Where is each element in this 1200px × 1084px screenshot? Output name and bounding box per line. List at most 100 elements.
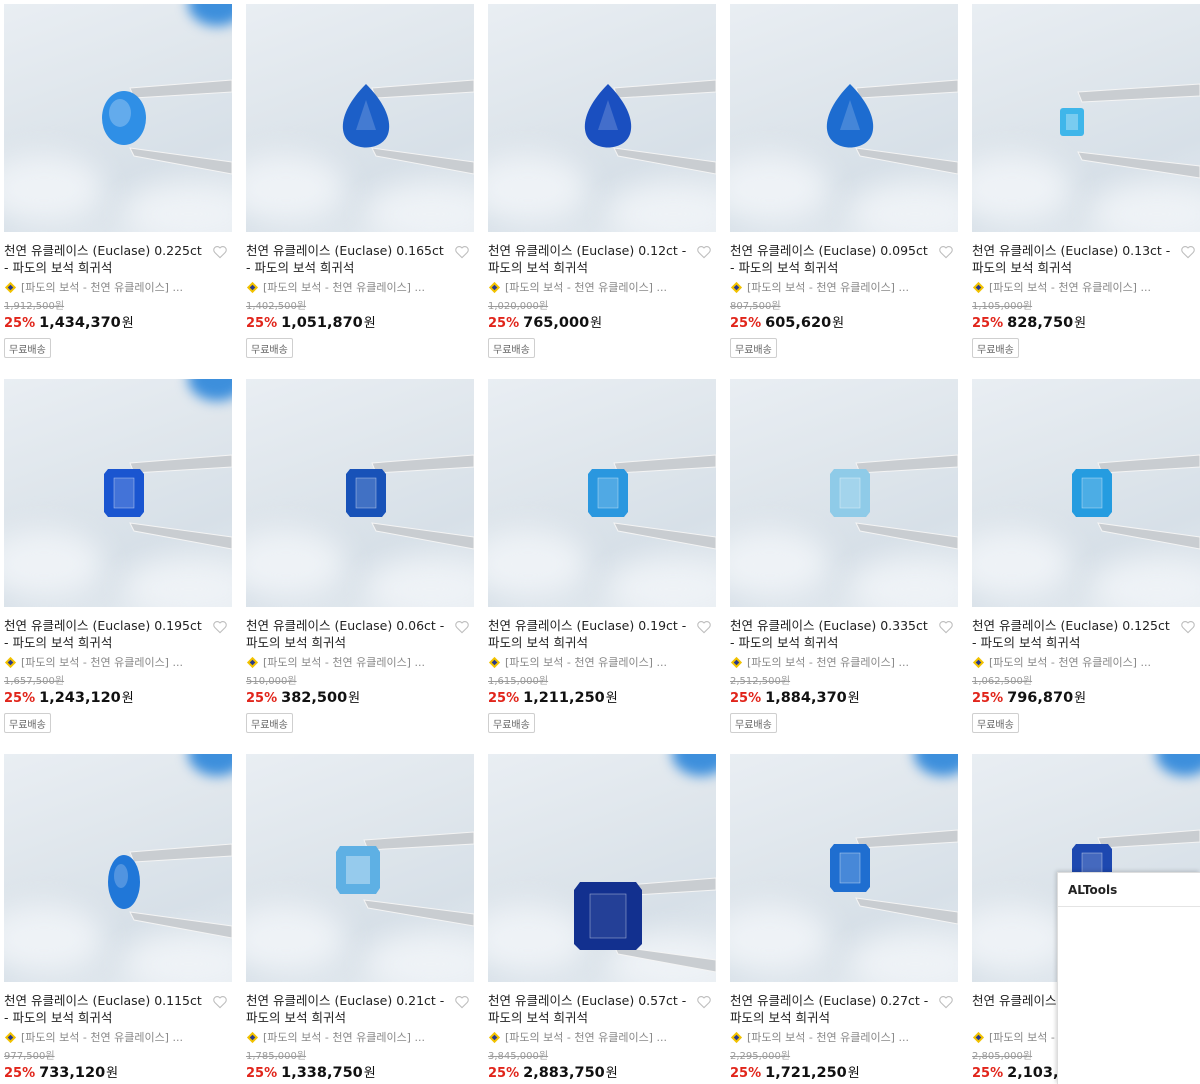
discount-rate: 25% <box>246 316 278 331</box>
product-card[interactable]: 천연 유클레이스 (Euclase) 0.06ct - 파도의 보석 희귀석 [… <box>246 379 474 754</box>
product-card[interactable]: 천연 유클레이스 (Euclase) 0.115ct - 파도의 보석 희귀석 … <box>4 754 232 1084</box>
wishlist-heart-icon[interactable] <box>696 619 712 635</box>
product-card[interactable]: 천연 유클레이스 (Euclase) 0.125ct - 파도의 보석 희귀석 … <box>972 379 1200 754</box>
sale-price: 1,434,370 <box>39 315 121 331</box>
altools-panel[interactable]: ALTools <box>1057 872 1200 1084</box>
price-row: 25% 733,120 원 <box>4 1062 232 1082</box>
product-title[interactable]: 천연 유클레이스 (Euclase) 0.335ct - 파도의 보석 희귀석 <box>730 617 930 651</box>
currency-unit: 원 <box>1074 316 1087 331</box>
product-image[interactable] <box>730 4 958 232</box>
product-title[interactable]: 천연 유클레이스 (Euclase) 0.21ct - 파도의 보석 희귀석 <box>246 992 446 1026</box>
product-image[interactable] <box>4 379 232 607</box>
seller-logo-icon <box>972 1031 985 1043</box>
seller-logo-icon <box>972 281 985 293</box>
wishlist-heart-icon[interactable] <box>938 244 954 260</box>
seller-name[interactable]: [파도의 보석 - 천연 유클레이스] ... <box>4 1029 232 1045</box>
product-card[interactable]: 천연 유클레이스 (Euclase) 0.57ct - 파도의 보석 희귀석 [… <box>488 754 716 1084</box>
product-image[interactable] <box>730 379 958 607</box>
seller-name[interactable]: [파도의 보석 - 천연 유클레이스] ... <box>730 654 958 670</box>
product-info: 천연 유클레이스 (Euclase) 0.27ct - 파도의 보석 희귀석 [… <box>730 982 958 1084</box>
product-image[interactable] <box>4 4 232 232</box>
product-title[interactable]: 천연 유클레이스 (Euclase) 0.115ct - 파도의 보석 희귀석 <box>4 992 204 1026</box>
product-grid: 천연 유클레이스 (Euclase) 0.225ct - 파도의 보석 희귀석 … <box>4 4 1200 1084</box>
seller-name[interactable]: [파도의 보석 - 천연 유클레이스] ... <box>4 654 232 670</box>
wishlist-heart-icon[interactable] <box>454 619 470 635</box>
product-card[interactable]: 천연 유클레이스 (Euclase) 0.165ct - 파도의 보석 희귀석 … <box>246 4 474 379</box>
product-image[interactable] <box>488 379 716 607</box>
seller-logo-icon <box>246 281 259 293</box>
product-card[interactable]: 천연 유클레이스 (Euclase) 0.225ct - 파도의 보석 희귀석 … <box>4 4 232 379</box>
wishlist-heart-icon[interactable] <box>212 244 228 260</box>
product-image[interactable] <box>972 379 1200 607</box>
seller-label: [파도의 보석 - 천연 유클레이스] ... <box>989 656 1151 669</box>
product-image[interactable] <box>488 4 716 232</box>
free-shipping-badge: 무료배송 <box>246 713 293 733</box>
wishlist-heart-icon[interactable] <box>696 244 712 260</box>
product-card[interactable]: 천연 유클레이스 (Euclase) 0.21ct - 파도의 보석 희귀석 [… <box>246 754 474 1084</box>
seller-name[interactable]: [파도의 보석 - 천연 유클레이스] ... <box>4 279 232 295</box>
product-title[interactable]: 천연 유클레이스 (Euclase) 0.27ct - 파도의 보석 희귀석 <box>730 992 930 1026</box>
sale-price: 796,870 <box>1007 690 1074 706</box>
wishlist-heart-icon[interactable] <box>454 244 470 260</box>
product-card[interactable]: 천연 유클레이스 (Euclase) 0.12ct - 파도의 보석 희귀석 [… <box>488 4 716 379</box>
free-shipping-badge: 무료배송 <box>972 713 1019 733</box>
seller-name[interactable]: [파도의 보석 - 천연 유클레이스] ... <box>488 279 716 295</box>
wishlist-heart-icon[interactable] <box>212 994 228 1010</box>
seller-name[interactable]: [파도의 보석 - 천연 유클레이스] ... <box>972 654 1200 670</box>
wishlist-heart-icon[interactable] <box>212 619 228 635</box>
seller-label: [파도의 보석 - 천연 유클레이스] ... <box>505 281 667 294</box>
wishlist-heart-icon[interactable] <box>1180 619 1196 635</box>
wishlist-heart-icon[interactable] <box>938 619 954 635</box>
product-info: 천연 유클레이스 (Euclase) 0.225ct - 파도의 보석 희귀석 … <box>4 232 232 358</box>
product-image[interactable] <box>4 754 232 982</box>
product-image[interactable] <box>246 4 474 232</box>
discount-rate: 25% <box>4 1066 36 1081</box>
seller-name[interactable]: [파도의 보석 - 천연 유클레이스] ... <box>246 1029 474 1045</box>
product-card[interactable]: 천연 유클레이스 (Euclase) 0.19ct - 파도의 보석 희귀석 [… <box>488 379 716 754</box>
product-card[interactable]: 천연 유클레이스 (Euclase) 0.13ct - 파도의 보석 희귀석 [… <box>972 4 1200 379</box>
wishlist-heart-icon[interactable] <box>696 994 712 1010</box>
product-card[interactable]: 천연 유클레이스 (Euclase) 0.095ct - 파도의 보석 희귀석 … <box>730 4 958 379</box>
product-title[interactable]: 천연 유클레이스 (Euclase) 0.225ct - 파도의 보석 희귀석 <box>4 242 204 276</box>
seller-label: [파도의 보석 - 천연 유클레이스] ... <box>263 656 425 669</box>
product-title[interactable]: 천연 유클레이스 (Euclase) 0.125ct - 파도의 보석 희귀석 <box>972 617 1172 651</box>
seller-logo-icon <box>246 656 259 668</box>
wishlist-heart-icon[interactable] <box>454 994 470 1010</box>
product-card[interactable]: 천연 유클레이스 (Euclase) 0.335ct - 파도의 보석 희귀석 … <box>730 379 958 754</box>
product-image[interactable] <box>488 754 716 982</box>
product-info: 천연 유클레이스 (Euclase) 0.165ct - 파도의 보석 희귀석 … <box>246 232 474 358</box>
product-card[interactable]: 천연 유클레이스 (Euclase) 0.27ct - 파도의 보석 희귀석 [… <box>730 754 958 1084</box>
seller-name[interactable]: [파도의 보석 - 천연 유클레이스] ... <box>488 654 716 670</box>
product-card[interactable]: 천연 유클레이스 (Euclase) 0.195ct - 파도의 보석 희귀석 … <box>4 379 232 754</box>
product-image[interactable] <box>730 754 958 982</box>
product-title[interactable]: 천연 유클레이스 (Euclase) 0.165ct - 파도의 보석 희귀석 <box>246 242 446 276</box>
seller-logo-icon <box>730 656 743 668</box>
product-title[interactable]: 천연 유클레이스 (Euclase) 0.12ct - 파도의 보석 희귀석 <box>488 242 688 276</box>
product-image[interactable] <box>972 4 1200 232</box>
product-info: 천연 유클레이스 (Euclase) 0.115ct - 파도의 보석 희귀석 … <box>4 982 232 1084</box>
seller-name[interactable]: [파도의 보석 - 천연 유클레이스] ... <box>972 279 1200 295</box>
product-title[interactable]: 천연 유클레이스 (Euclase) 0.195ct - 파도의 보석 희귀석 <box>4 617 204 651</box>
currency-unit: 원 <box>1074 691 1087 706</box>
seller-label: [파도의 보석 - 천연 유클레이스] ... <box>21 656 183 669</box>
seller-name[interactable]: [파도의 보석 - 천연 유클레이스] ... <box>246 279 474 295</box>
currency-unit: 원 <box>121 691 134 706</box>
seller-label: [파도의 보석 - 천연 유클레이스] ... <box>21 1031 183 1044</box>
seller-name[interactable]: [파도의 보석 - 천연 유클레이스] ... <box>730 279 958 295</box>
seller-logo-icon <box>488 656 501 668</box>
seller-name[interactable]: [파도의 보석 - 천연 유클레이스] ... <box>730 1029 958 1045</box>
product-image[interactable] <box>246 754 474 982</box>
product-title[interactable]: 천연 유클레이스 (Euclase) 0.06ct - 파도의 보석 희귀석 <box>246 617 446 651</box>
wishlist-heart-icon[interactable] <box>938 994 954 1010</box>
product-title[interactable]: 천연 유클레이스 (Euclase) 0.57ct - 파도의 보석 희귀석 <box>488 992 688 1026</box>
product-title[interactable]: 천연 유클레이스 (Euclase) 0.13ct - 파도의 보석 희귀석 <box>972 242 1172 276</box>
discount-rate: 25% <box>246 1066 278 1081</box>
discount-rate: 25% <box>488 1066 520 1081</box>
wishlist-heart-icon[interactable] <box>1180 244 1196 260</box>
product-title[interactable]: 천연 유클레이스 (Euclase) 0.095ct - 파도의 보석 희귀석 <box>730 242 930 276</box>
product-title[interactable]: 천연 유클레이스 (Euclase) 0.19ct - 파도의 보석 희귀석 <box>488 617 688 651</box>
product-image[interactable] <box>246 379 474 607</box>
product-info: 천연 유클레이스 (Euclase) 0.19ct - 파도의 보석 희귀석 [… <box>488 607 716 733</box>
seller-name[interactable]: [파도의 보석 - 천연 유클레이스] ... <box>246 654 474 670</box>
seller-name[interactable]: [파도의 보석 - 천연 유클레이스] ... <box>488 1029 716 1045</box>
